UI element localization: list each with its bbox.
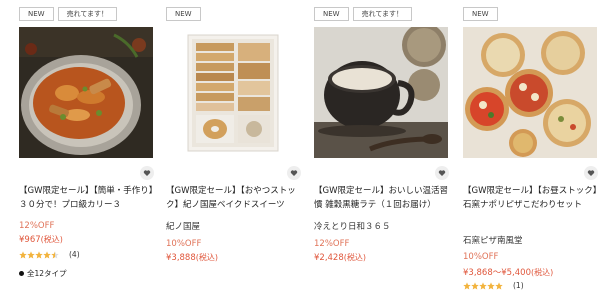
product-grid: NEW 売れてます！ 【GW限定セール】【簡単・手作り】３０分で！プロ級カリー３… bbox=[0, 0, 600, 292]
price-label: ¥2,428(税込) bbox=[314, 252, 366, 263]
product-image[interactable] bbox=[463, 27, 597, 158]
tax-note: (税込) bbox=[530, 268, 554, 277]
badge-group: NEW 売れてます！ bbox=[19, 7, 118, 21]
rating-stars: (1) bbox=[463, 281, 524, 290]
new-badge: NEW bbox=[463, 7, 498, 21]
product-card-sweets[interactable]: NEW 【GW限定セール】【おやつストック】紀ノ国屋ベイクドスイーツ 紀ノ国屋 … bbox=[166, 0, 303, 292]
variant-count-label: 全12タイプ bbox=[27, 269, 67, 278]
price-value: ¥967 bbox=[19, 235, 41, 245]
product-card-curry[interactable]: NEW 売れてます！ 【GW限定セール】【簡単・手作り】３０分で！プロ級カリー３… bbox=[19, 0, 156, 292]
heart-icon bbox=[587, 170, 595, 176]
shop-name[interactable]: 石窯ピザ南風堂 bbox=[463, 234, 523, 246]
price-value: ¥3,868〜¥5,400 bbox=[463, 268, 531, 278]
tax-note: (税込) bbox=[343, 253, 366, 262]
product-title[interactable]: 【GW限定セール】【おやつストック】紀ノ国屋ベイクドスイーツ bbox=[166, 184, 303, 212]
product-title[interactable]: 【GW限定セール】【お昼ストック】石窯ナポリピザこだわりセット bbox=[463, 184, 600, 212]
new-badge: NEW bbox=[19, 7, 54, 21]
product-image[interactable] bbox=[166, 27, 300, 158]
product-image[interactable] bbox=[314, 27, 448, 158]
heart-icon bbox=[438, 170, 446, 176]
bestseller-badge: 売れてます！ bbox=[57, 7, 118, 21]
variant-count: 全12タイプ bbox=[19, 268, 67, 279]
star-icon bbox=[487, 281, 495, 289]
product-card-latte[interactable]: NEW 売れてます！ 【GW限定セール】おいしい温活習慣 雑穀黒糖ラテ（１回お届… bbox=[314, 0, 451, 292]
product-title[interactable]: 【GW限定セール】おいしい温活習慣 雑穀黒糖ラテ（１回お届け） bbox=[314, 184, 451, 212]
discount-label: 12%OFF bbox=[19, 221, 55, 231]
favorite-button[interactable] bbox=[435, 166, 449, 180]
bestseller-badge: 売れてます！ bbox=[352, 7, 413, 21]
rating-stars: (4) bbox=[19, 250, 80, 259]
badge-group: NEW 売れてます！ bbox=[314, 7, 413, 21]
review-count[interactable]: (4) bbox=[69, 250, 80, 259]
star-icon bbox=[19, 250, 27, 258]
new-badge: NEW bbox=[314, 7, 349, 21]
price-value: ¥3,888 bbox=[166, 253, 196, 263]
product-card-pizza[interactable]: NEW 【GW限定セール】【お昼ストック】石窯ナポリピザこだわりセット 石窯ピザ… bbox=[463, 0, 600, 292]
price-label: ¥3,888(税込) bbox=[166, 252, 218, 263]
price-value: ¥2,428 bbox=[314, 253, 344, 263]
favorite-button[interactable] bbox=[287, 166, 301, 180]
product-image[interactable] bbox=[19, 27, 153, 158]
heart-icon bbox=[290, 170, 298, 176]
star-icon bbox=[495, 281, 503, 289]
star-icon bbox=[479, 281, 487, 289]
favorite-button[interactable] bbox=[140, 166, 154, 180]
dot-icon bbox=[19, 271, 24, 276]
star-icon bbox=[43, 250, 51, 258]
star-icon bbox=[463, 281, 471, 289]
heart-icon bbox=[143, 170, 151, 176]
badge-group: NEW bbox=[166, 7, 201, 21]
star-icon bbox=[471, 281, 479, 289]
new-badge: NEW bbox=[166, 7, 201, 21]
star-half-icon bbox=[51, 250, 59, 258]
review-count[interactable]: (1) bbox=[513, 281, 524, 290]
price-label: ¥967(税込) bbox=[19, 234, 63, 245]
badge-group: NEW bbox=[463, 7, 498, 21]
star-icon bbox=[35, 250, 43, 258]
shop-name[interactable]: 冷えとり日和３６５ bbox=[314, 220, 391, 232]
tax-note: (税込) bbox=[195, 253, 218, 262]
discount-label: 10%OFF bbox=[463, 252, 499, 262]
discount-label: 12%OFF bbox=[314, 239, 350, 249]
favorite-button[interactable] bbox=[584, 166, 598, 180]
discount-label: 10%OFF bbox=[166, 239, 202, 249]
product-title[interactable]: 【GW限定セール】【簡単・手作り】３０分で！プロ級カリー３ bbox=[19, 184, 156, 212]
tax-note: (税込) bbox=[40, 235, 63, 244]
price-label: ¥3,868〜¥5,400(税込) bbox=[463, 266, 553, 278]
star-icon bbox=[27, 250, 35, 258]
shop-name[interactable]: 紀ノ国屋 bbox=[166, 220, 200, 232]
